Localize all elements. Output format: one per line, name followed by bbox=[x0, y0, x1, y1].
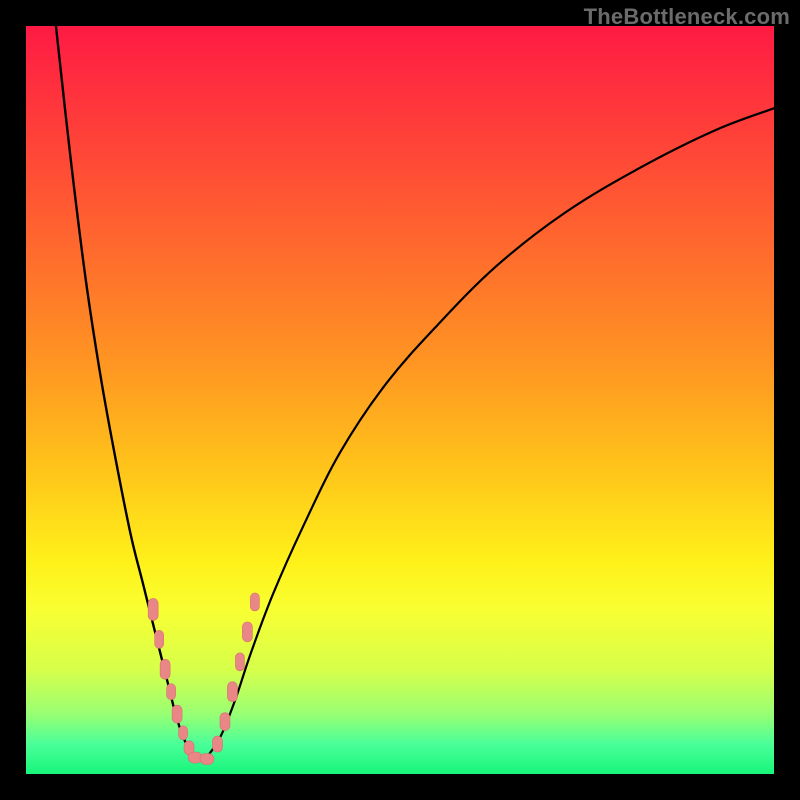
curve-group bbox=[56, 26, 774, 759]
data-marker bbox=[220, 713, 230, 731]
data-marker bbox=[148, 598, 158, 620]
chart-svg bbox=[26, 26, 774, 774]
data-marker bbox=[242, 622, 252, 642]
curve-left-branch bbox=[56, 26, 198, 759]
plot-area bbox=[26, 26, 774, 774]
curve-right-branch bbox=[206, 108, 774, 759]
chart-container: TheBottleneck.com bbox=[0, 0, 800, 800]
data-marker bbox=[227, 682, 237, 702]
data-marker bbox=[155, 630, 164, 648]
data-marker bbox=[167, 684, 176, 700]
watermark-text: TheBottleneck.com bbox=[584, 4, 790, 30]
data-marker bbox=[160, 659, 170, 679]
data-marker bbox=[179, 726, 188, 740]
data-marker bbox=[250, 593, 259, 611]
data-marker bbox=[212, 736, 222, 752]
data-marker bbox=[172, 705, 182, 723]
data-marker bbox=[200, 754, 214, 765]
data-marker bbox=[235, 653, 244, 671]
